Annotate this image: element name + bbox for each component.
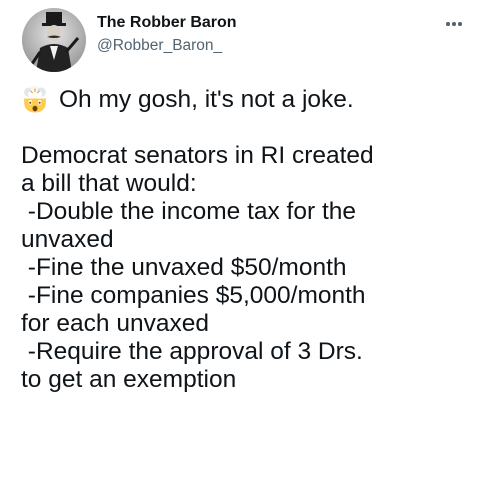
tweet-line: a bill that would: [21,170,197,197]
tweet-line-text: Oh my gosh, it's not a joke. [59,86,354,113]
exploding-head-emoji-icon [24,86,46,113]
tweet-line: unvaxed [21,226,114,253]
tweet-text: Oh my gosh, it's not a joke. Democrat se… [21,86,476,394]
tweet-line: to get an exemption [21,366,237,393]
display-name[interactable]: The Robber Baron [97,13,237,33]
more-options-button[interactable] [441,14,467,34]
tweet-line: -Double the income tax for the [21,198,357,225]
more-horizontal-icon [452,22,456,26]
user-handle[interactable]: @Robber_Baron_ [97,36,237,56]
tweet-header: The Robber Baron @Robber_Baron_ [22,6,467,76]
tweet-line: -Fine the unvaxed $50/month [21,254,347,281]
tweet-line: -Fine companies $5,000/month [21,282,366,309]
more-horizontal-icon [446,22,450,26]
tweet-line: for each unvaxed [21,310,209,337]
tweet-line: -Require the approval of 3 Drs. [21,338,363,365]
more-horizontal-icon [458,22,462,26]
avatar[interactable] [22,8,86,72]
tweet-line: Democrat senators in RI created [21,142,374,169]
tweet-line: Oh my gosh, it's not a joke. [21,86,476,114]
avatar-image [22,8,86,72]
user-block: The Robber Baron @Robber_Baron_ [97,13,237,56]
